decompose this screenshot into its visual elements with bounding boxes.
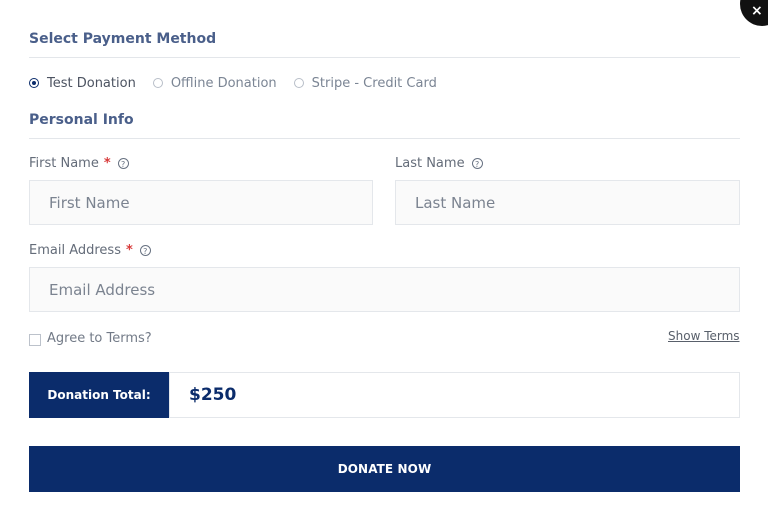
close-button[interactable]: ×: [740, 0, 768, 26]
payment-divider: [29, 57, 740, 58]
radio-unselected-icon: [152, 78, 163, 88]
email-label-group: Email Address * ?: [29, 243, 151, 258]
help-icon[interactable]: ?: [471, 158, 483, 169]
first-name-label: First Name: [29, 156, 99, 171]
help-icon[interactable]: ?: [139, 245, 151, 256]
payment-option-test-donation[interactable]: Test Donation: [29, 76, 136, 91]
donation-total-label: Donation Total:: [29, 372, 169, 418]
first-name-input[interactable]: [29, 180, 373, 225]
donation-total-amount: $250: [189, 385, 237, 405]
last-name-input[interactable]: [395, 180, 740, 225]
last-name-label-group: Last Name ?: [395, 156, 483, 171]
payment-option-label: Offline Donation: [170, 75, 277, 91]
required-mark: *: [103, 156, 111, 171]
email-input[interactable]: [29, 267, 740, 312]
donation-total-box: $250: [169, 372, 740, 418]
payment-method-title: Select Payment Method: [29, 31, 217, 47]
first-name-label-group: First Name * ?: [29, 156, 129, 171]
donate-now-button[interactable]: DONATE NOW: [29, 446, 740, 492]
email-label: Email Address: [29, 243, 121, 258]
personal-info-title: Personal Info: [29, 112, 134, 128]
help-icon[interactable]: ?: [117, 158, 129, 169]
radio-selected-icon: [29, 78, 39, 88]
personal-divider: [29, 138, 740, 139]
payment-option-label: Test Donation: [47, 75, 136, 91]
agree-terms-label: Agree to Terms?: [47, 331, 152, 346]
show-terms-link[interactable]: Show Terms: [668, 329, 740, 343]
radio-unselected-icon: [293, 78, 304, 88]
payment-method-options: Test Donation Offline Donation Stripe - …: [29, 74, 454, 92]
payment-option-label: Stripe - Credit Card: [311, 75, 437, 91]
required-mark: *: [125, 243, 133, 258]
agree-terms-checkbox[interactable]: [29, 334, 41, 346]
payment-option-stripe[interactable]: Stripe - Credit Card: [293, 75, 437, 91]
last-name-label: Last Name: [395, 156, 465, 171]
donation-form-modal: × Select Payment Method Test Donation Of…: [0, 0, 768, 521]
payment-option-offline-donation[interactable]: Offline Donation: [152, 75, 277, 91]
close-icon: ×: [751, 3, 763, 19]
